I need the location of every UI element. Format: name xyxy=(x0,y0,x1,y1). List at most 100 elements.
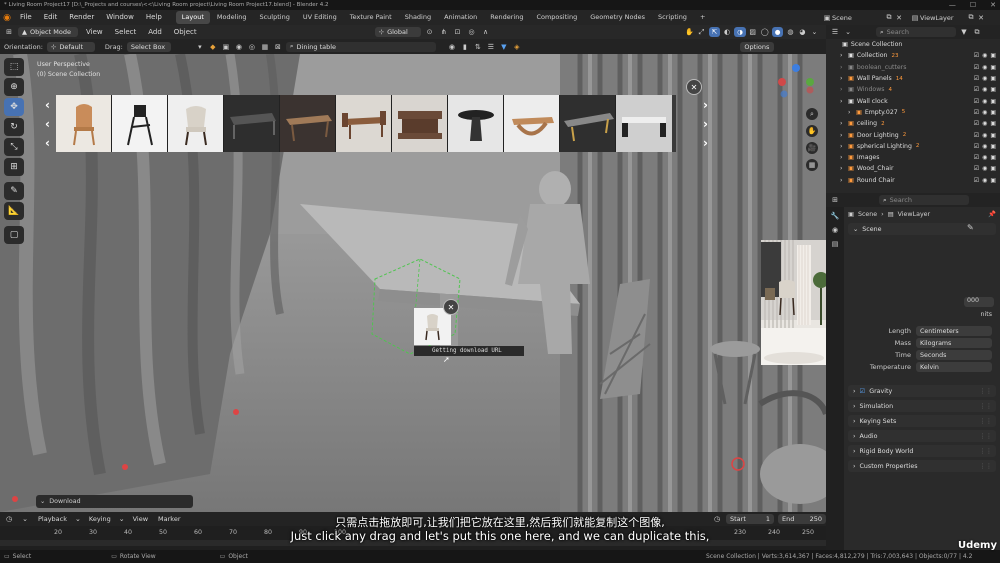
strip-next-arrow-icon-3[interactable]: › xyxy=(703,136,708,150)
property-panel-header[interactable]: › ☑ Gravity ⋮⋮ xyxy=(848,385,996,397)
asset-notify-icon[interactable]: ◈ xyxy=(512,42,522,52)
xray-icon[interactable]: ▨ xyxy=(748,27,758,37)
asset-thumb-marble-table[interactable] xyxy=(560,95,616,152)
render-tab-icon[interactable]: ◉ xyxy=(830,225,840,235)
strip-next-arrow-icon[interactable]: › xyxy=(703,98,708,112)
asset-thumb-bench-table[interactable] xyxy=(616,95,672,152)
outliner-root[interactable]: ▣ Scene Collection xyxy=(826,39,1000,50)
tab-layout[interactable]: Layout xyxy=(175,11,210,24)
menu-view[interactable]: View xyxy=(82,25,107,40)
properties-editor-icon[interactable]: ⊞ xyxy=(830,195,840,205)
unit-dropdown[interactable]: Kelvin xyxy=(916,362,992,372)
outliner-item[interactable]: › ▣ Door Lighting 2 ☑ ◉ ▣ xyxy=(826,129,1000,140)
tab-uv-editing[interactable]: UV Editing xyxy=(297,11,343,24)
camera-icon[interactable]: ▣ xyxy=(990,52,996,59)
close-window-button[interactable]: ✕ xyxy=(990,1,996,9)
outliner-item[interactable]: › ▣ Empty.027 5 ☑ ◉ ▣ xyxy=(826,107,1000,118)
expand-arrow-icon[interactable]: › xyxy=(840,177,842,184)
falloff-icon[interactable]: ∧ xyxy=(481,27,491,37)
unit-dropdown[interactable]: Seconds xyxy=(916,350,992,360)
check-icon[interactable]: ☑ xyxy=(974,120,979,127)
expand-arrow-icon[interactable]: › xyxy=(840,86,842,93)
camera-icon[interactable]: ▣ xyxy=(990,177,996,184)
property-panel-header[interactable]: › Keying Sets ⋮⋮ xyxy=(848,415,996,427)
check-icon[interactable]: ☑ xyxy=(974,165,979,172)
shading-wireframe-icon[interactable]: ◯ xyxy=(760,27,770,37)
download-panel[interactable]: ⌄ Download xyxy=(36,495,193,508)
check-icon[interactable]: ☑ xyxy=(974,52,979,59)
property-panel-header[interactable]: › Audio ⋮⋮ xyxy=(848,430,996,442)
asset-type-icon[interactable]: ◆ xyxy=(208,42,218,52)
asset-materials-icon[interactable]: ◉ xyxy=(234,42,244,52)
check-icon[interactable]: ☑ xyxy=(974,75,979,82)
outliner-item[interactable]: › ▣ ceiling 2 ☑ ◉ ▣ xyxy=(826,118,1000,129)
maximize-button[interactable]: ☐ xyxy=(970,1,976,9)
ortho-grid-icon[interactable]: ▦ xyxy=(806,159,818,171)
asset-thumb-upholstered-chair[interactable] xyxy=(168,95,224,152)
shading-rendered-icon[interactable]: ◕ xyxy=(797,27,807,37)
pan-hand-icon[interactable]: ✋ xyxy=(806,125,818,137)
minimize-button[interactable]: — xyxy=(949,1,956,9)
pin-icon[interactable]: 📌 xyxy=(988,210,996,218)
camera-icon[interactable]: ▣ xyxy=(990,132,996,139)
expand-arrow-icon[interactable]: › xyxy=(840,75,842,82)
outliner-item[interactable]: › ▣ spherical Lighting 2 ☑ ◉ ▣ xyxy=(826,141,1000,152)
outliner-filter-icon[interactable]: ▼ xyxy=(959,27,969,37)
strip-prev-arrow-icon[interactable]: ‹ xyxy=(45,98,50,112)
orientation-dropdown[interactable]: ⊹ Default xyxy=(46,41,95,52)
outliner-item[interactable]: › ▣ Wall Panels 14 ☑ ◉ ▣ xyxy=(826,73,1000,84)
select-box-tool-icon[interactable]: ⬚ xyxy=(4,58,24,76)
hand-icon[interactable]: ✋ xyxy=(685,27,695,37)
strip-next-arrow-icon-2[interactable]: › xyxy=(703,117,708,131)
asset-objects-icon[interactable]: ▣ xyxy=(221,42,231,52)
property-panel-header[interactable]: › Custom Properties ⋮⋮ xyxy=(848,460,996,472)
drag-dropdown[interactable]: Select Box xyxy=(126,41,171,52)
asset-thumb-dining-set[interactable] xyxy=(336,95,392,152)
outliner-search-field[interactable]: ⌕ Search xyxy=(876,27,956,37)
scene-section-header[interactable]: ⌄ Scene xyxy=(848,223,996,235)
eyedropper-icon[interactable]: ✎ xyxy=(967,223,974,232)
outliner-item[interactable]: › ▣ Round Chair ☑ ◉ ▣ xyxy=(826,175,1000,186)
outliner-item[interactable]: › ▣ Images ☑ ◉ ▣ xyxy=(826,152,1000,163)
overlay-icon[interactable]: ◐ xyxy=(722,27,732,37)
eye-icon[interactable]: ◉ xyxy=(982,52,987,59)
add-workspace-button[interactable]: + xyxy=(694,11,711,24)
tab-compositing[interactable]: Compositing xyxy=(530,11,583,24)
camera-icon[interactable]: ▣ xyxy=(990,86,996,93)
eye-icon[interactable]: ◉ xyxy=(982,75,987,82)
asset-thumb-wood-table[interactable] xyxy=(280,95,336,152)
asset-nodes-icon[interactable]: ⊠ xyxy=(273,42,283,52)
tab-sculpting[interactable]: Sculpting xyxy=(253,11,295,24)
cursor-tool-icon[interactable]: ⊕ xyxy=(4,78,24,96)
expand-arrow-icon[interactable]: › xyxy=(840,120,842,127)
menu-add[interactable]: Add xyxy=(144,25,166,40)
check-icon[interactable]: ☑ xyxy=(974,132,979,139)
blender-logo-icon[interactable]: ◉ xyxy=(0,10,14,25)
drag-handle-icon[interactable]: ⋮⋮ xyxy=(979,388,992,395)
menu-edit[interactable]: Edit xyxy=(38,10,64,25)
tab-rendering[interactable]: Rendering xyxy=(484,11,529,24)
menu-object[interactable]: Object xyxy=(170,25,201,40)
tab-modeling[interactable]: Modeling xyxy=(211,11,253,24)
overlays-toggle[interactable]: ◑ xyxy=(734,27,746,37)
viewlayer-name[interactable]: ViewLayer xyxy=(920,14,966,22)
property-panel-header[interactable]: › Simulation ⋮⋮ xyxy=(848,400,996,412)
asset-world-icon[interactable]: ◎ xyxy=(247,42,257,52)
asset-thumb-slab-table[interactable] xyxy=(392,95,448,152)
eye-icon[interactable]: ◉ xyxy=(982,132,987,139)
snap-icon[interactable]: ⋔ xyxy=(439,27,449,37)
output-tab-icon[interactable]: ▤ xyxy=(830,239,840,249)
asset-filter-funnel-icon[interactable]: ▼ xyxy=(499,42,509,52)
tab-animation[interactable]: Animation xyxy=(438,11,483,24)
shading-solid-icon[interactable]: ● xyxy=(771,27,784,37)
gravity-checkbox[interactable]: ☑ xyxy=(860,388,866,395)
annotate-tool-icon[interactable]: ✎ xyxy=(4,182,24,200)
delete-viewlayer-icon[interactable]: ✕ xyxy=(976,13,986,23)
tab-texture-paint[interactable]: Texture Paint xyxy=(344,11,398,24)
asset-bookmark-icon[interactable]: ▮ xyxy=(460,42,470,52)
expand-arrow-icon[interactable]: › xyxy=(840,165,842,172)
shading-material-icon[interactable]: ◍ xyxy=(785,27,795,37)
close-strip-icon[interactable]: ✕ xyxy=(686,79,702,95)
strip-prev-arrow-icon-3[interactable]: ‹ xyxy=(45,136,50,150)
partial-number-field[interactable]: 000 xyxy=(964,297,994,307)
